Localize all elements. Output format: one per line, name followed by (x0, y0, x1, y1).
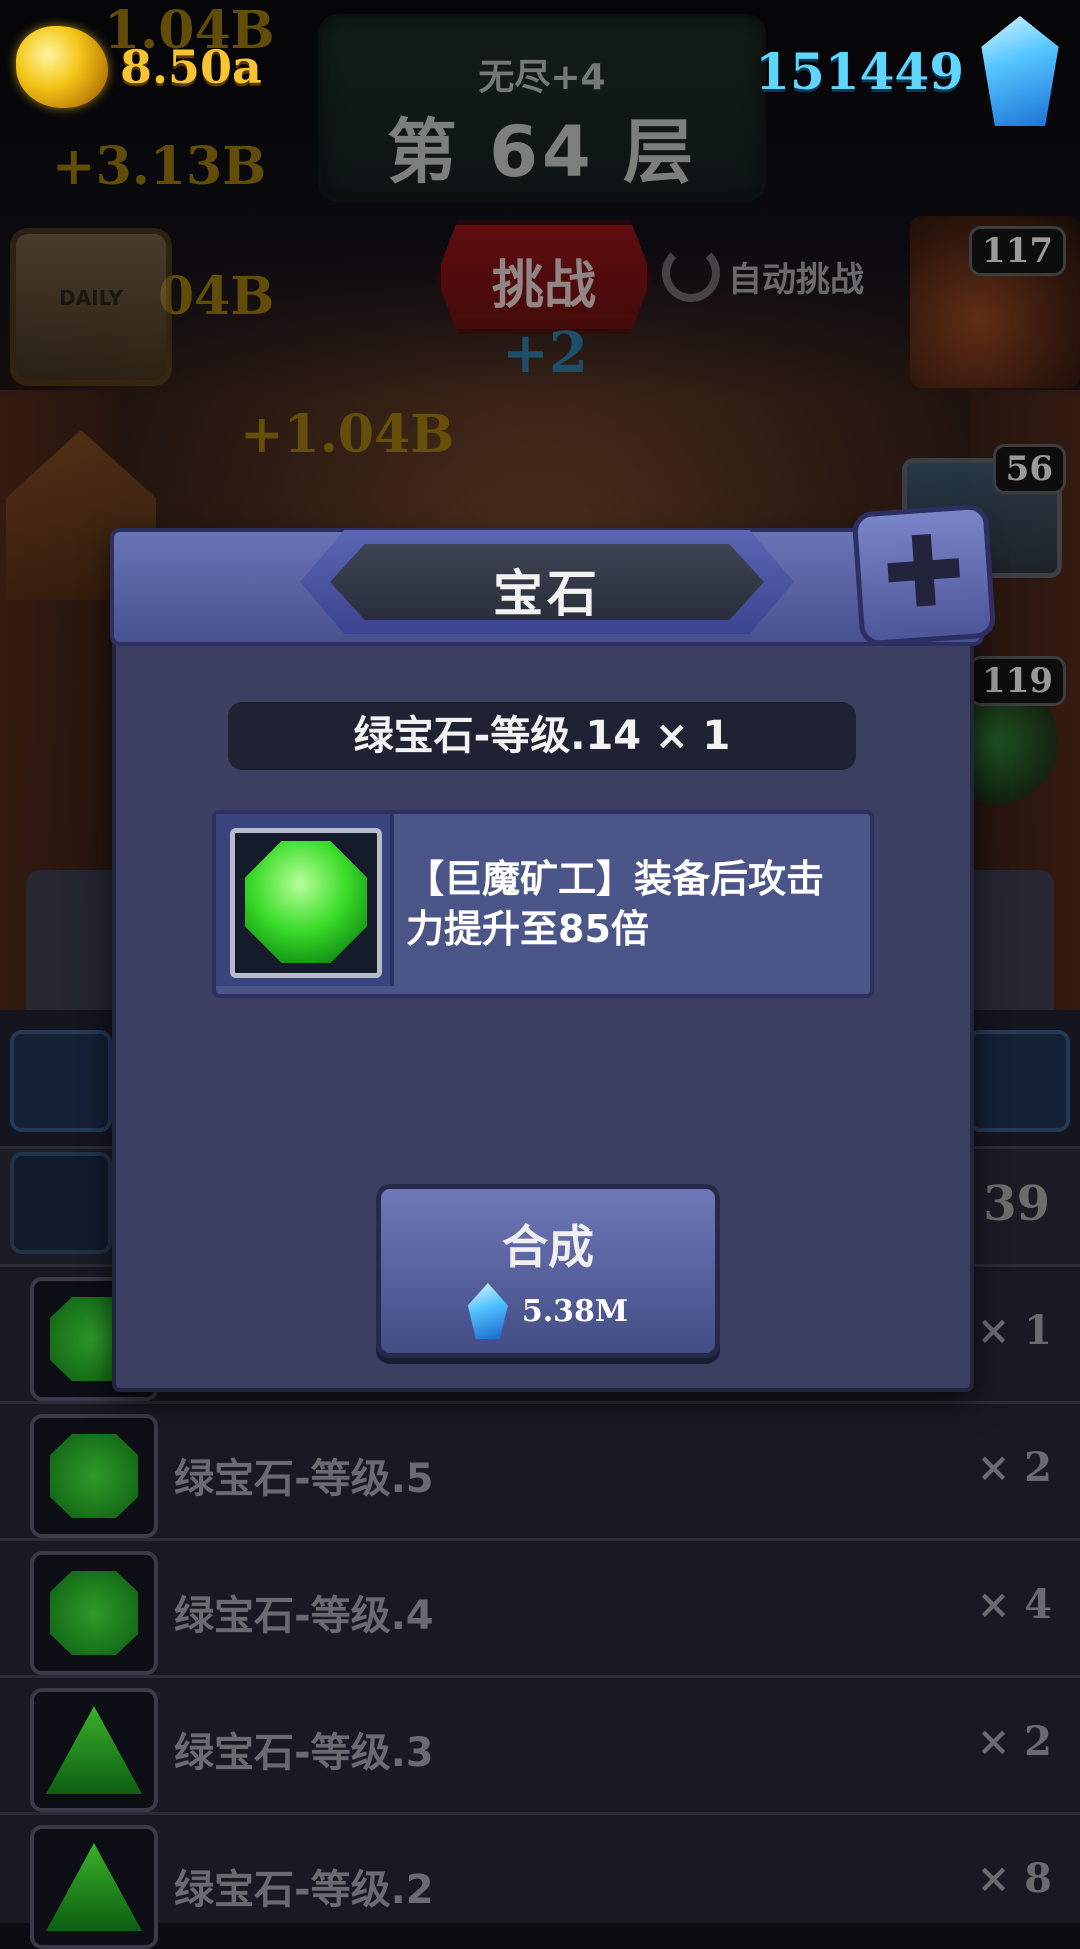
gem-description-panel: 【巨魔矿工】装备后攻击力提升至85倍 (212, 810, 874, 998)
close-icon[interactable]: ✚ (857, 513, 990, 632)
synthesize-cost: 5.38M (381, 1283, 715, 1339)
floor-title: 第 64 层 (386, 111, 698, 193)
chest-count-badge: 56 (992, 444, 1066, 494)
challenge-button[interactable]: 挑战 (436, 220, 652, 334)
gem-name: 绿宝石-等级.3 (174, 1730, 434, 1776)
dialog-title: 宝石 (493, 565, 601, 623)
challenge-label: 挑战 (491, 256, 596, 316)
gem-value: 151449 (755, 41, 964, 101)
gem-list-item[interactable]: 绿宝石-等级.2 × 8 (0, 1812, 1080, 1949)
title-inner: 宝石 (330, 544, 764, 620)
green-gem-icon (30, 1414, 158, 1538)
calendar-label: DAILY (59, 286, 123, 310)
gem-list-item[interactable]: 绿宝石-等级.5 × 2 (0, 1401, 1080, 1538)
collapse-chevron-icon[interactable] (10, 1152, 112, 1254)
green-gem-icon (30, 1551, 158, 1675)
floating-income: 1.04B (104, 0, 275, 61)
gem-quantity: × 1 (976, 1307, 1052, 1354)
green-triangle-gem-icon (30, 1688, 158, 1812)
item-name-banner: 绿宝石-等级.14 × 1 (228, 702, 856, 770)
floating-income: +1.04B (240, 404, 455, 465)
synthesize-button[interactable]: 合成 5.38M (376, 1184, 720, 1358)
gem-name: 绿宝石-等级.2 (174, 1867, 434, 1913)
share-tree-icon[interactable] (10, 1030, 112, 1132)
floating-income: +3.13B (52, 136, 267, 197)
gem-name: 绿宝石-等级.5 (174, 1456, 434, 1502)
gem-quantity: × 8 (976, 1855, 1052, 1902)
auto-challenge-label[interactable]: 自动挑战 (728, 252, 864, 301)
synthesize-cost-value: 5.38M (521, 1293, 629, 1329)
close-button[interactable]: ✚ (851, 503, 997, 647)
blue-gem-icon (981, 16, 1059, 126)
synthesize-label: 合成 (502, 1220, 594, 1274)
floor-bonus: +2 (502, 320, 588, 386)
gem-detail-dialog: 宝石 ✚ 绿宝石-等级.14 × 1 【巨魔矿工】装备后攻击力提升至85倍 合成… (110, 503, 997, 1392)
gem-counter: 151449 (755, 16, 1062, 126)
item-name: 绿宝石-等级.14 × 1 (353, 713, 731, 759)
emerald-gem-icon (245, 841, 367, 963)
floor-subtitle: 无尽+4 (478, 57, 606, 98)
gem-frame (216, 814, 394, 986)
gem-quantity: × 2 (976, 1444, 1052, 1491)
dialog-header: 宝石 ✚ (110, 503, 997, 647)
gem-frame-inner (230, 828, 382, 978)
gem-name: 绿宝石-等级.4 (174, 1593, 434, 1639)
green-triangle-gem-icon (30, 1825, 158, 1949)
title-plaque: 宝石 (300, 530, 794, 634)
gem-quantity: × 4 (976, 1581, 1052, 1628)
gem-quantity: × 2 (976, 1718, 1052, 1765)
dwarf-level-badge: 117 (969, 226, 1066, 276)
daily-calendar-button[interactable]: DAILY (10, 228, 172, 386)
ore-count-badge: 119 (969, 656, 1066, 706)
floor-plate: 无尽+4 第 64 层 (318, 14, 766, 202)
categories-grid-icon[interactable] (968, 1030, 1070, 1132)
gem-list-item[interactable]: 绿宝石-等级.3 × 2 (0, 1675, 1080, 1812)
floating-income: 04B (158, 266, 275, 327)
auto-challenge-toggle-icon[interactable] (662, 244, 720, 302)
gem-total-count: 39 (983, 1176, 1050, 1232)
gold-nugget-icon (16, 26, 108, 108)
blue-gem-icon (467, 1283, 508, 1339)
gem-list-item[interactable]: 绿宝石-等级.4 × 4 (0, 1538, 1080, 1675)
gem-effect-text: 【巨魔矿工】装备后攻击力提升至85倍 (406, 857, 825, 951)
